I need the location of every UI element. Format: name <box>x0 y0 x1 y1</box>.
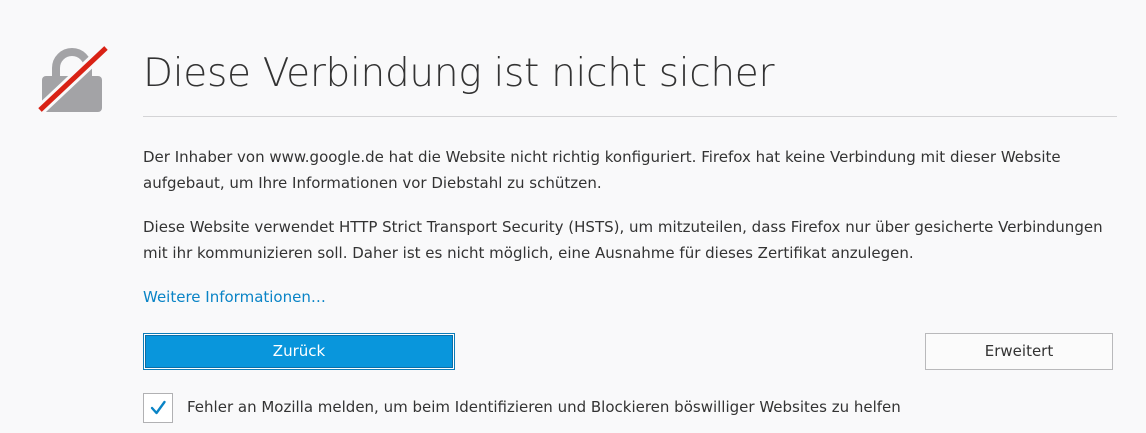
broken-lock-icon <box>36 43 110 116</box>
title-divider <box>143 116 1117 117</box>
back-button[interactable]: Zurück <box>143 333 455 370</box>
learn-more-link[interactable]: Weitere Informationen… <box>143 284 326 310</box>
error-description: Der Inhaber von www.google.de hat die We… <box>143 148 1061 192</box>
checkmark-icon <box>150 400 166 415</box>
hsts-description: Diese Website verwendet HTTP Strict Tran… <box>143 218 1103 262</box>
report-checkbox[interactable] <box>143 393 173 423</box>
error-page: Diese Verbindung ist nicht sicher Der In… <box>0 0 1146 433</box>
advanced-button[interactable]: Erweitert <box>925 333 1113 370</box>
report-checkbox-label: Fehler an Mozilla melden, um beim Identi… <box>187 398 901 416</box>
page-title: Diese Verbindung ist nicht sicher <box>143 51 775 96</box>
